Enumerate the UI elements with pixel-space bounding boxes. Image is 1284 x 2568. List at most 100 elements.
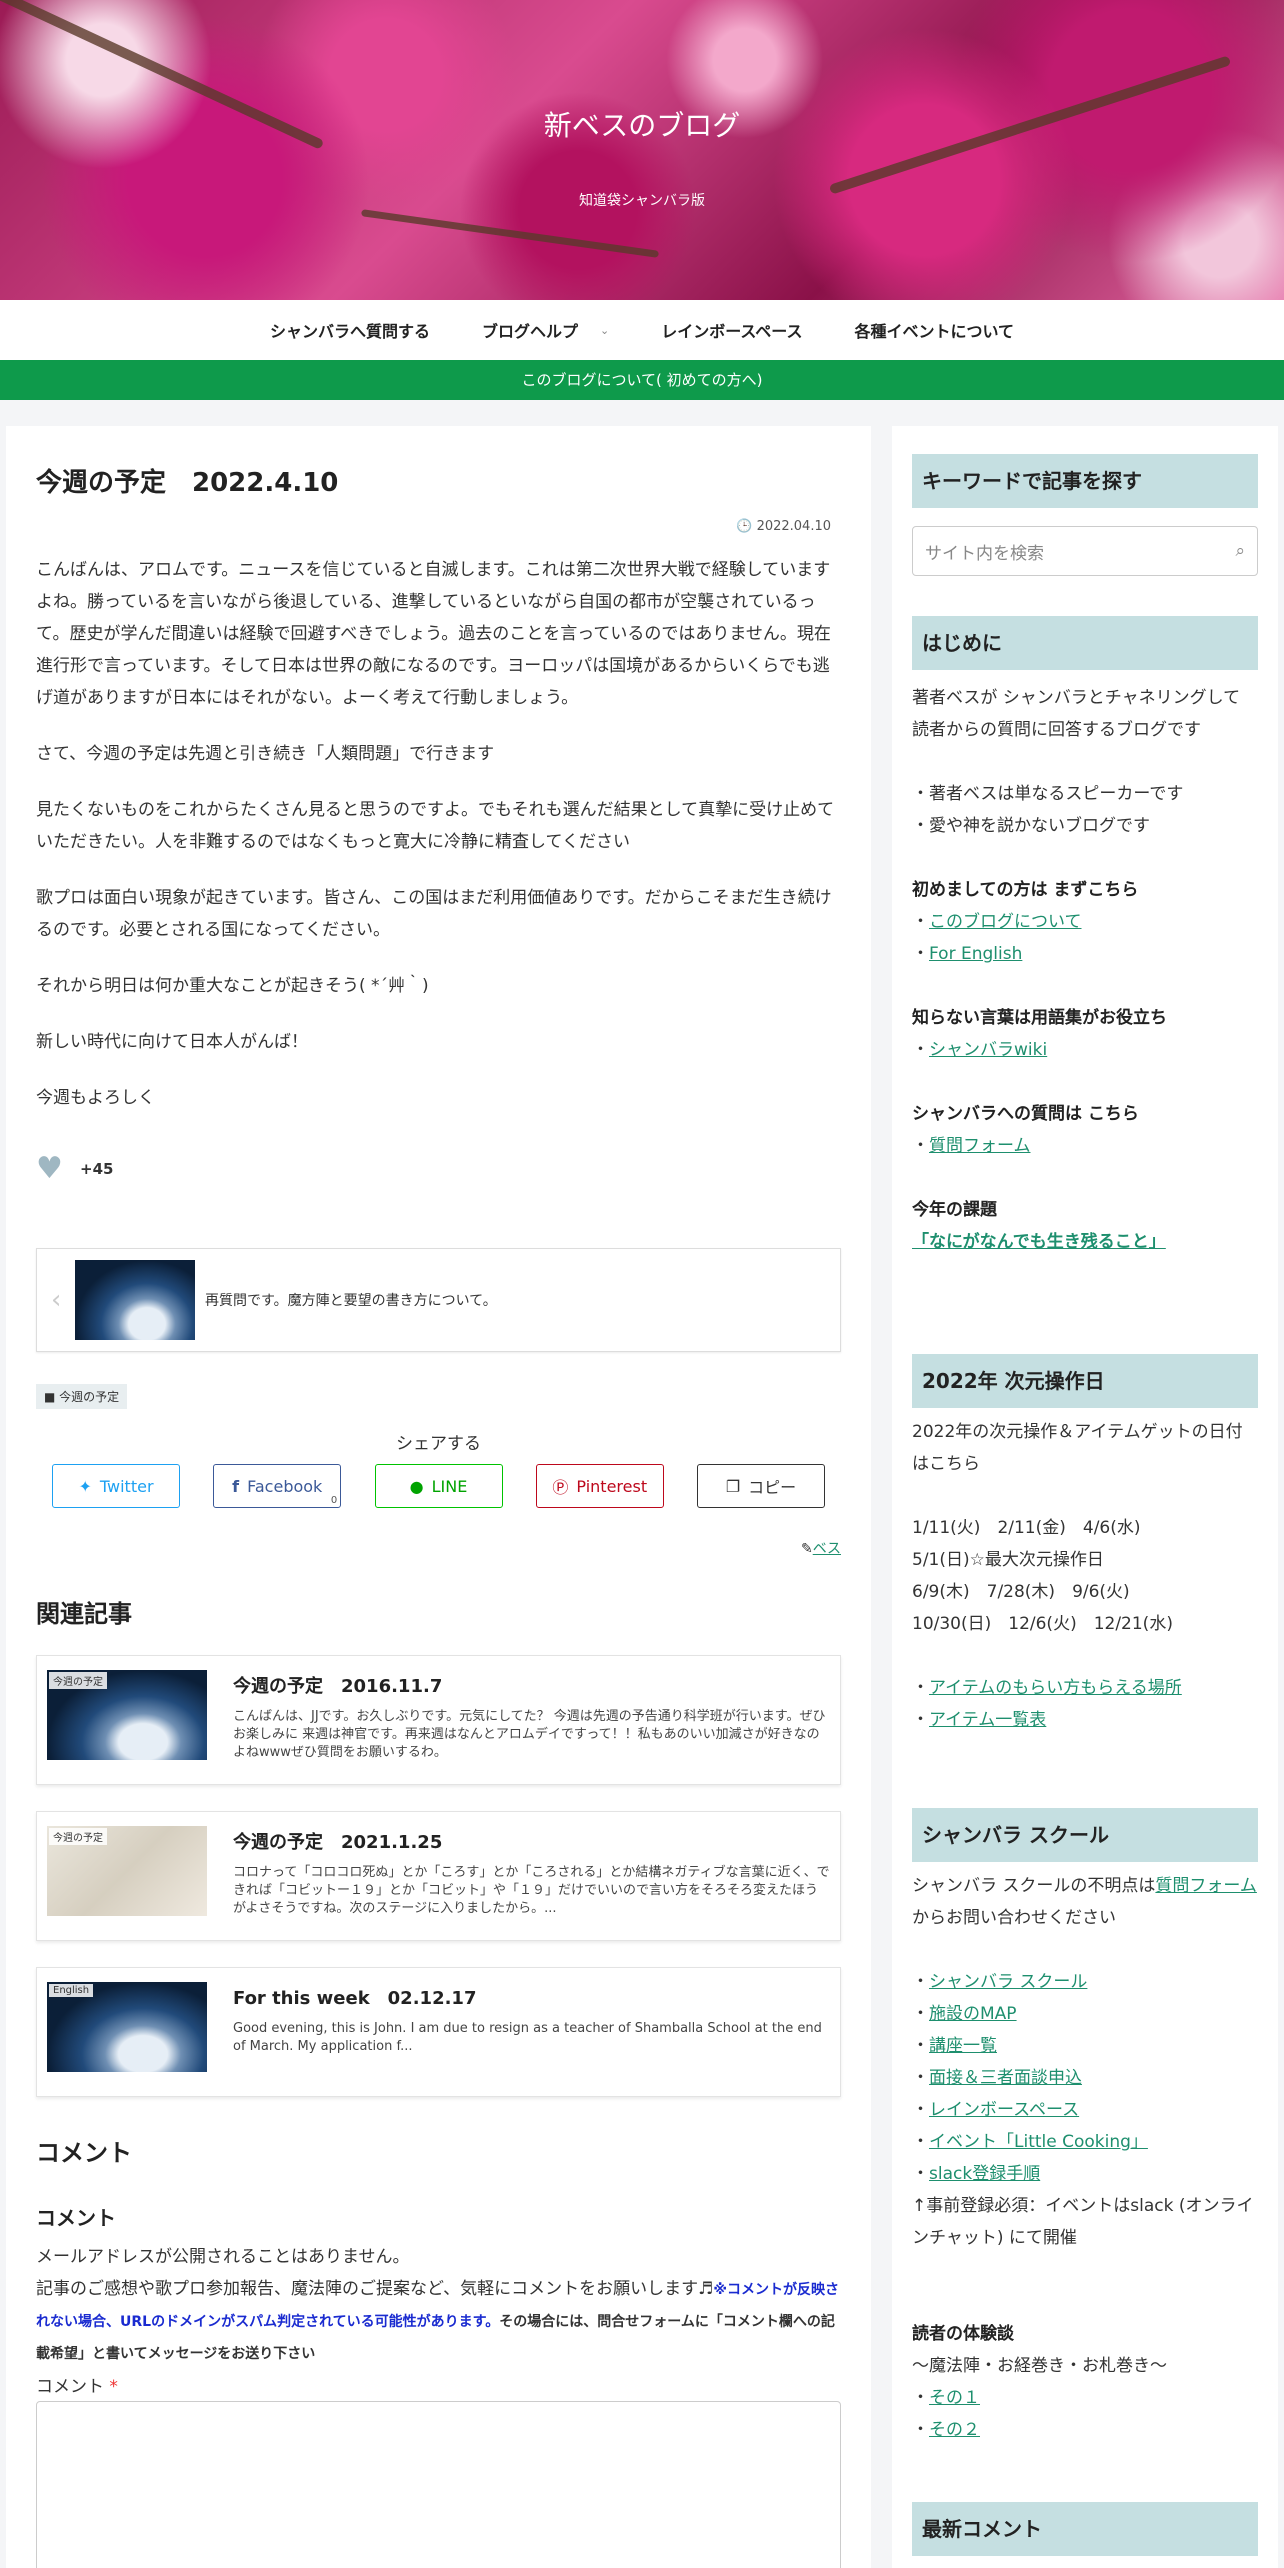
pinterest-icon: Ⓟ [552, 1478, 569, 1497]
nav-item-label: シャンバラへ質問する [269, 322, 430, 341]
comment-form-heading: コメント [36, 2206, 116, 2230]
interview-apply-link[interactable]: 面接＆三者面談申込 [929, 2068, 1082, 2088]
post-paragraph: さて、今週の予定は先週と引き続き「人類問題」で行きます [36, 744, 495, 764]
ops-heading: 2022年 次元操作日 [912, 1354, 1258, 1408]
yearly-theme-heading: 今年の課題 [912, 1200, 997, 1220]
intro-bullet: ・著者ベスは単なるスピーカーです [912, 784, 1184, 804]
comment-intro: 記事のご感想や歌プロ参加報告、魔法陣のご提案など、気軽にコメントをお願いします♬ [36, 2279, 714, 2299]
facebook-icon: f [232, 1476, 240, 1496]
school-intro-post: からお問い合わせください [912, 1908, 1116, 1928]
related-card[interactable]: 今週の予定 今週の予定 2021.1.25 コロナって「コロコロ死ぬ」とか「ころ… [36, 1811, 841, 1941]
like-count: +45 [80, 1160, 114, 1178]
post-paragraph: 歌プロは面白い現象が起きています。皆さん、この国はまだ利用価値ありです。だからこ… [36, 888, 832, 940]
post-paragraph: 見たくないものをこれからたくさん見ると思うのですよ。でもそれも選んだ結果として真… [36, 800, 835, 852]
header-banner: 新ベスのブログ 知道袋シャンバラ版 [0, 0, 1284, 300]
line-icon: ● [409, 1476, 424, 1496]
copy-label: コピー [748, 1478, 797, 1497]
post-paragraph: 今週もよろしく [36, 1088, 155, 1108]
ops-date-line: 1/11(火) 2/11(金) 4/6(水) [912, 1518, 1141, 1538]
related-excerpt: こんばんは、JJです。お久しぶりです。元気にしてた？ 今週は先週の予告通り科学班… [233, 1709, 826, 1760]
search-icon[interactable]: ⌕ [1235, 541, 1245, 561]
main-nav: シャンバラへ質問する ブログヘルプ ⌄ レインボースペース 各種イベントについて [0, 300, 1284, 360]
related-thumbnail: 今週の予定 [47, 1670, 207, 1760]
twitter-icon: ✦ [78, 1476, 92, 1496]
search-placeholder: サイト内を検索 [925, 543, 1044, 564]
related-title: For this week 02.12.17 [233, 1988, 477, 2009]
search-input[interactable]: サイト内を検索 ⌕ [912, 526, 1258, 576]
category-tag-label: 今週の予定 [59, 1390, 120, 1404]
author-link[interactable]: ベス [813, 1541, 841, 1557]
chevron-down-icon: ⌄ [600, 323, 610, 337]
twitter-share-button[interactable]: ✦ Twitter [52, 1464, 180, 1508]
heart-icon[interactable]: ♥ [36, 1154, 66, 1184]
nav-item-blog-help[interactable]: ブログヘルプ ⌄ [456, 318, 635, 342]
intro-heading: はじめに [912, 616, 1258, 670]
comments-heading: コメント [36, 2139, 132, 2167]
main-content: 今週の予定 2022.4.10 🕒 2022.04.10 こんばんは、アロムです… [6, 426, 871, 2568]
intro-text: 著者ベスが シャンバラとチャネリングして 読者からの質問に回答するブログです [912, 688, 1241, 740]
related-card[interactable]: English For this week 02.12.17 Good even… [36, 1967, 841, 2097]
pinterest-share-label: Pinterest [576, 1476, 648, 1496]
nav-item-label: レインボースペース [661, 322, 803, 341]
post-date: 🕒 2022.04.10 [36, 519, 841, 534]
question-form-link[interactable]: 質問フォーム [929, 1136, 1031, 1156]
related-card[interactable]: 今週の予定 今週の予定 2016.11.7 こんばんは、JJです。お久しぶりです… [36, 1655, 841, 1785]
facebook-share-button[interactable]: f Facebook 0 [213, 1464, 342, 1508]
nav-item-question[interactable]: シャンバラへ質問する [244, 318, 456, 342]
site-title[interactable]: 新ベスのブログ [0, 104, 1284, 144]
latest-comments-heading: 最新コメント [912, 2502, 1258, 2556]
notice-bar[interactable]: このブログについて( 初めての方へ) [0, 360, 1284, 400]
line-share-label: LINE [431, 1476, 468, 1496]
pinterest-share-button[interactable]: Ⓟ Pinterest [535, 1464, 664, 1508]
email-note: メールアドレスが公開されることはありません。 [36, 2247, 410, 2267]
intro-bullet: ・愛や神を説かないブログです [912, 816, 1150, 836]
school-intro: シャンバラ スクールの不明点は質問フォームからお問い合わせください [912, 1870, 1258, 1934]
post-title: 今週の予定 2022.4.10 [36, 468, 339, 498]
nav-item-events[interactable]: 各種イベントについて [829, 318, 1041, 342]
related-title: 今週の予定 2021.1.25 [233, 1832, 443, 1853]
school-intro-pre: シャンバラ スクールの不明点は [912, 1876, 1156, 1896]
glossary-heading: 知らない言葉は用語集がお役立ち [912, 1008, 1167, 1028]
wiki-link[interactable]: シャンバラwiki [929, 1040, 1047, 1060]
about-blog-link[interactable]: このブログについて [929, 912, 1082, 932]
for-english-link[interactable]: For English [929, 944, 1022, 964]
copy-button[interactable]: ❐ コピー [697, 1464, 825, 1508]
facility-map-link[interactable]: 施設のMAP [929, 2004, 1017, 2024]
prev-post-card[interactable]: ‹ 再質問です。魔方陣と要望の書き方について。 [36, 1248, 841, 1352]
item-list-link[interactable]: アイテム一覧表 [929, 1710, 1046, 1730]
related-category-label: English [49, 1984, 94, 1997]
yearly-theme-link[interactable]: 「なにがなんでも生き残ること」 [912, 1232, 1166, 1252]
share-buttons: ✦ Twitter f Facebook 0 ● LINE Ⓟ Pinterest ❐ コピ… [36, 1464, 841, 1508]
course-list-link[interactable]: 講座一覧 [929, 2036, 997, 2056]
slack-guide-link[interactable]: slack登録手順 [929, 2164, 1040, 2184]
prev-post-title: 再質問です。魔方陣と要望の書き方について。 [205, 1293, 497, 1309]
line-share-button[interactable]: ● LINE [374, 1464, 503, 1508]
nav-item-label: ブログヘルプ [481, 322, 578, 341]
post-author: ✎ベス [36, 1538, 841, 1558]
search-widget-heading: キーワードで記事を探す [912, 454, 1258, 508]
item-howto-link[interactable]: アイテムのもらい方もらえる場所 [929, 1678, 1182, 1698]
nav-item-rainbow-space[interactable]: レインボースペース [635, 318, 828, 342]
twitter-share-label: Twitter [99, 1476, 154, 1496]
related-heading: 関連記事 [36, 1600, 132, 1628]
experience-subheading: 〜魔法陣・お経巻き・お札巻き〜 [912, 2356, 1167, 2376]
first-visit-heading: 初めましての方は まずこちら [912, 880, 1139, 900]
post-paragraph: それから明日は何か重大なことが起きそう( *´艸｀) [36, 976, 429, 996]
category-tag[interactable]: ■ 今週の予定 [36, 1384, 128, 1409]
rainbow-space-link[interactable]: レインボースペース [929, 2100, 1079, 2120]
little-cooking-link[interactable]: イベント「Little Cooking」 [929, 2132, 1148, 2152]
sidebar: キーワードで記事を探す サイト内を検索 ⌕ はじめに 著者ベスが シャンバラとチャ… [892, 426, 1278, 2568]
copy-icon: ❐ [725, 1476, 741, 1496]
comment-textarea[interactable] [36, 2401, 841, 2568]
school-question-form-link[interactable]: 質問フォーム [1155, 1876, 1257, 1896]
experience-link-2[interactable]: その２ [929, 2420, 980, 2440]
experience-link-1[interactable]: その１ [929, 2388, 980, 2408]
related-category-label: 今週の予定 [49, 1672, 107, 1689]
school-link[interactable]: シャンバラ スクール [929, 1972, 1087, 1992]
related-thumbnail: English [47, 1982, 207, 2072]
school-note: ↑事前登録必須：イベントはslack (オンラインチャット) にて開催 [912, 2196, 1254, 2248]
related-excerpt: Good evening, this is John. I am due to … [233, 2021, 822, 2054]
clock-icon: 🕒 [736, 519, 753, 534]
folder-icon: ■ [44, 1390, 56, 1404]
ops-date-line: 10/30(日) 12/6(火) 12/21(水) [912, 1614, 1173, 1634]
